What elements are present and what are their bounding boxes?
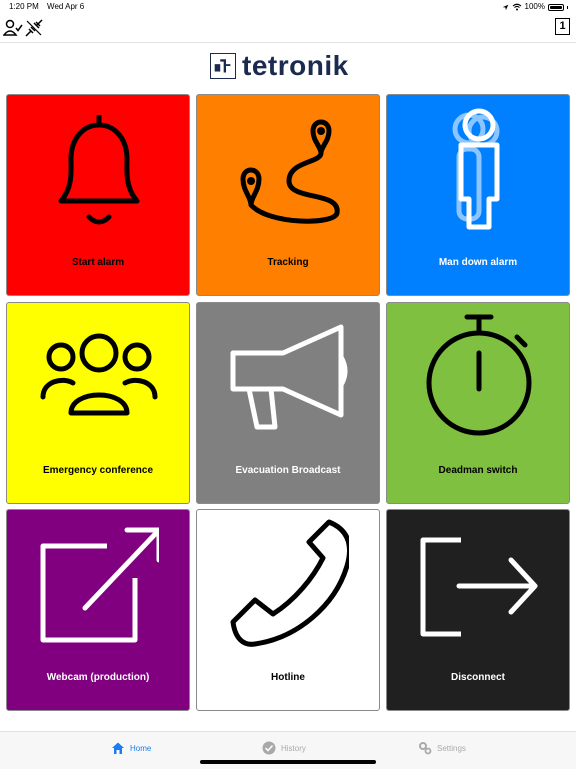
counter-badge[interactable]: 1 <box>555 18 570 35</box>
tracking-button[interactable]: Tracking <box>196 94 380 296</box>
tab-home[interactable]: Home <box>111 738 151 758</box>
gear-icon <box>419 742 432 755</box>
stopwatch-icon <box>426 314 532 436</box>
tab-label: Home <box>130 743 152 753</box>
home-icon <box>112 742 124 754</box>
status-left: 1:20 PM Wed Apr 6 <box>9 0 90 14</box>
tab-label: History <box>281 743 306 753</box>
tile-label: Emergency conference <box>42 465 154 476</box>
deadman-switch-button[interactable]: Deadman switch <box>386 302 570 504</box>
phone-icon <box>230 519 349 647</box>
tab-label: Settings <box>437 743 466 753</box>
start-alarm-button[interactable]: Start alarm <box>6 94 190 296</box>
battery-icon <box>548 3 564 11</box>
battery-tip <box>567 5 568 9</box>
status-date: Wed Apr 6 <box>47 2 85 11</box>
battery-percent: 100% <box>524 2 545 11</box>
man-down-alarm-button[interactable]: Man down alarm <box>386 94 570 296</box>
tile-label: Disconnect <box>451 672 505 683</box>
man-down-icon <box>452 108 500 230</box>
tile-label: Deadman switch <box>438 465 518 476</box>
webcam-button[interactable]: Webcam (production) <box>6 509 190 711</box>
tetronik-logo-mark-icon <box>210 53 236 79</box>
tetronik-logo: tetronik <box>210 52 349 80</box>
top-toolbar: 1 <box>0 14 576 43</box>
people-icon <box>40 333 158 416</box>
tab-settings[interactable]: Settings <box>418 738 466 758</box>
hotline-button[interactable]: Hotline <box>196 509 380 711</box>
emergency-conference-button[interactable]: Emergency conference <box>6 302 190 504</box>
evacuation-broadcast-button[interactable]: Evacuation Broadcast <box>196 302 380 504</box>
tab-history[interactable]: History <box>262 738 306 758</box>
logout-icon <box>420 537 538 637</box>
bell-icon <box>58 115 140 225</box>
tile-label: Man down alarm <box>438 257 518 268</box>
disconnected-plug-icon[interactable] <box>24 18 44 38</box>
history-icon <box>262 741 276 755</box>
status-bar: 1:20 PM Wed Apr 6 100% <box>0 0 576 14</box>
tile-label: Webcam (production) <box>46 672 150 683</box>
tile-label: Hotline <box>271 672 305 683</box>
home-indicator <box>200 760 376 764</box>
disconnect-button[interactable]: Disconnect <box>386 509 570 711</box>
route-icon <box>240 119 340 224</box>
user-check-icon[interactable] <box>3 18 23 38</box>
location-icon <box>502 4 508 10</box>
wifi-icon <box>512 3 521 11</box>
status-right: 100% <box>502 0 568 14</box>
megaphone-icon <box>230 324 348 430</box>
external-link-icon <box>40 527 159 643</box>
tile-label: Tracking <box>267 257 309 268</box>
tile-label: Start alarm <box>71 257 125 268</box>
logo-text: tetronik <box>242 50 349 81</box>
tile-label: Evacuation Broadcast <box>235 465 341 476</box>
status-time: 1:20 PM <box>9 2 39 11</box>
